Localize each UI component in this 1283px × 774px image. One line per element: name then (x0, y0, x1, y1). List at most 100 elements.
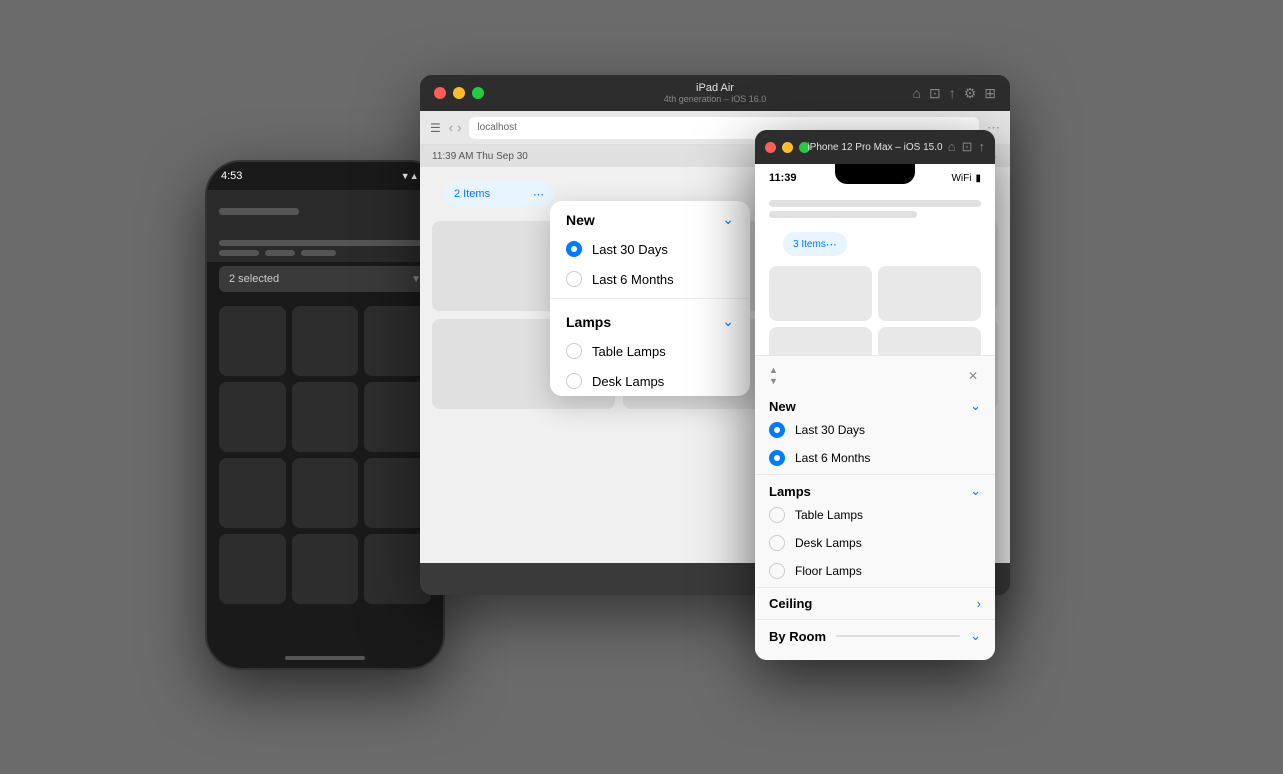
forward-icon[interactable]: › (457, 120, 461, 135)
share-icon[interactable]: ↑ (949, 85, 956, 102)
android-dropdown[interactable]: 2 selected ▼ (219, 266, 431, 292)
android-grid-item[interactable] (219, 306, 286, 376)
iphone-panel-section-lamps: Lamps ⌄ (755, 477, 995, 501)
android-status-bar: 4:53 ▼▲ ▌ (207, 162, 443, 190)
iphone-panel-byroom-chevron-icon[interactable]: ⌄ (970, 628, 981, 644)
ipad-nav-sidebar-icon[interactable]: ☰ (430, 121, 441, 135)
ipad-nav-arrows: ‹ › (449, 120, 462, 135)
ipad-items-bar[interactable]: 2 Items ⋯ (444, 181, 554, 207)
minimize-traffic-light[interactable] (453, 87, 465, 99)
close-traffic-light[interactable] (434, 87, 446, 99)
iphone-panel-item-desklamps[interactable]: Desk Lamps (755, 529, 995, 557)
android-grid (207, 298, 443, 612)
android-search-area (207, 232, 443, 262)
android-grid-item[interactable] (292, 382, 359, 452)
panel-up-icon[interactable]: ▲ (769, 366, 778, 375)
iphone-header-line-2 (769, 211, 917, 218)
iphone-panel-item-last30[interactable]: Last 30 Days (755, 416, 995, 444)
android-grid-item[interactable] (219, 458, 286, 528)
android-line-2b (265, 250, 295, 256)
android-line-1 (219, 240, 431, 246)
back-icon[interactable]: ‹ (449, 120, 453, 135)
ipad-popup-item-tablelamps[interactable]: Table Lamps (550, 336, 750, 366)
ipad-popup-label-last6months: Last 6 Months (592, 272, 674, 287)
iphone-panel-section-byroom[interactable]: By Room ⌄ (755, 622, 995, 650)
ipad-popup-radio-desklamps[interactable] (566, 373, 582, 389)
iphone-mini-item[interactable] (769, 266, 872, 321)
ipad-popup-item-last30[interactable]: Last 30 Days (550, 234, 750, 264)
iphone-panel-section-lamps-title: Lamps (769, 484, 811, 499)
iphone-panel-item-last6months[interactable]: Last 6 Months (755, 444, 995, 472)
iphone-panel-new-chevron-icon[interactable]: ⌄ (970, 398, 981, 414)
ipad-popup-section2-chevron-icon[interactable]: ⌄ (722, 313, 734, 330)
iphone-panel-section-new: New ⌄ (755, 392, 995, 416)
iphone-panel-lamps-chevron-icon[interactable]: ⌄ (970, 483, 981, 499)
iphone-panel-radio-tablelamps[interactable] (769, 507, 785, 523)
iphone-window-title: iPhone 12 Pro Max – iOS 15.0 (807, 142, 942, 153)
ipad-popup-section2-header: Lamps ⌄ (550, 303, 750, 336)
iphone-screenshot-icon[interactable]: ⊡ (962, 139, 973, 155)
iphone-items-row: 3 Items ⋯ (755, 226, 995, 262)
iphone-share-icon[interactable]: ↑ (979, 139, 986, 155)
ipad-items-text: 2 Items (454, 188, 490, 200)
iphone-panel-radio-last6months[interactable] (769, 450, 785, 466)
iphone-panel-radio-last30[interactable] (769, 422, 785, 438)
android-grid-item[interactable] (219, 534, 286, 604)
ipad-popup-label-last30: Last 30 Days (592, 242, 668, 257)
iphone-minimize-traffic-light[interactable] (782, 142, 793, 153)
iphone-panel-radio-desklamps[interactable] (769, 535, 785, 551)
android-line-2c (301, 250, 336, 256)
iphone-home-icon[interactable]: ⌂ (948, 139, 956, 155)
iphone-items-dots-icon: ⋯ (826, 238, 837, 251)
android-grid-item[interactable] (292, 306, 359, 376)
screenshot-icon[interactable]: ⊡ (929, 85, 941, 102)
ipad-popup-section2-title: Lamps (566, 314, 611, 330)
iphone-dropdown-panel: ▲ ▼ ✕ New ⌄ Last 30 Days Last 6 Months (755, 355, 995, 660)
iphone-traffic-lights (765, 142, 810, 153)
iphone-panel-item-floorlamps[interactable]: Floor Lamps (755, 557, 995, 585)
android-grid-item[interactable] (292, 534, 359, 604)
ipad-popup-radio-last6months[interactable] (566, 271, 582, 287)
ipad-url-text: localhost (477, 122, 516, 133)
iphone-panel-divider-3 (755, 619, 995, 620)
maximize-traffic-light[interactable] (472, 87, 484, 99)
android-title-placeholder (219, 208, 299, 215)
iphone-panel-section-ceiling[interactable]: Ceiling › (755, 590, 995, 617)
ipad-titlebar: iPad Air 4th generation – iOS 16.0 ⌂ ⊡ ↑… (420, 75, 1010, 111)
android-grid-item[interactable] (219, 382, 286, 452)
ipad-popup-item-desklamps[interactable]: Desk Lamps (550, 366, 750, 396)
ipad-popup-radio-last30[interactable] (566, 241, 582, 257)
iphone-items-bar[interactable]: 3 Items ⋯ (783, 232, 847, 256)
ipad-popup-radio-tablelamps[interactable] (566, 343, 582, 359)
iphone-panel-label-tablelamps: Table Lamps (795, 508, 863, 522)
settings-icon[interactable]: ⚙ (964, 85, 977, 102)
android-line-2a (219, 250, 259, 256)
iphone-battery-icon: ▮ (975, 173, 981, 184)
home-icon[interactable]: ⌂ (913, 85, 921, 102)
ipad-popup-section1-chevron-icon[interactable]: ⌄ (722, 211, 734, 228)
iphone-notch (835, 164, 915, 184)
iphone-panel-ceiling-chevron-icon[interactable]: › (977, 596, 981, 611)
android-dropdown-text: 2 selected (229, 273, 279, 285)
iphone-close-traffic-light[interactable] (765, 142, 776, 153)
grid-icon[interactable]: ⊞ (984, 85, 996, 102)
android-home-indicator (285, 656, 365, 660)
iphone-panel-item-tablelamps[interactable]: Table Lamps (755, 501, 995, 529)
iphone-mini-item[interactable] (878, 266, 981, 321)
panel-close-button[interactable]: ✕ (965, 368, 981, 384)
ipad-popup-label-desklamps: Desk Lamps (592, 374, 664, 389)
ipad-window-title-sub: 4th generation – iOS 16.0 (664, 94, 767, 104)
iphone-items-text: 3 Items (793, 239, 826, 250)
ipad-window-icons: ⌂ ⊡ ↑ ⚙ ⊞ (913, 85, 997, 102)
ipad-traffic-lights (434, 87, 484, 99)
ipad-popup-label-tablelamps: Table Lamps (592, 344, 666, 359)
ipad-window-title: iPad Air 4th generation – iOS 16.0 (664, 82, 767, 104)
iphone-panel-label-desklamps: Desk Lamps (795, 536, 862, 550)
ipad-popup-item-last6months[interactable]: Last 6 Months (550, 264, 750, 294)
iphone-time: 11:39 (769, 172, 797, 184)
iphone-wifi-icon: WiFi (951, 173, 971, 184)
iphone-header-lines (755, 192, 995, 226)
android-grid-item[interactable] (292, 458, 359, 528)
panel-down-icon[interactable]: ▼ (769, 377, 778, 386)
iphone-panel-radio-floorlamps[interactable] (769, 563, 785, 579)
